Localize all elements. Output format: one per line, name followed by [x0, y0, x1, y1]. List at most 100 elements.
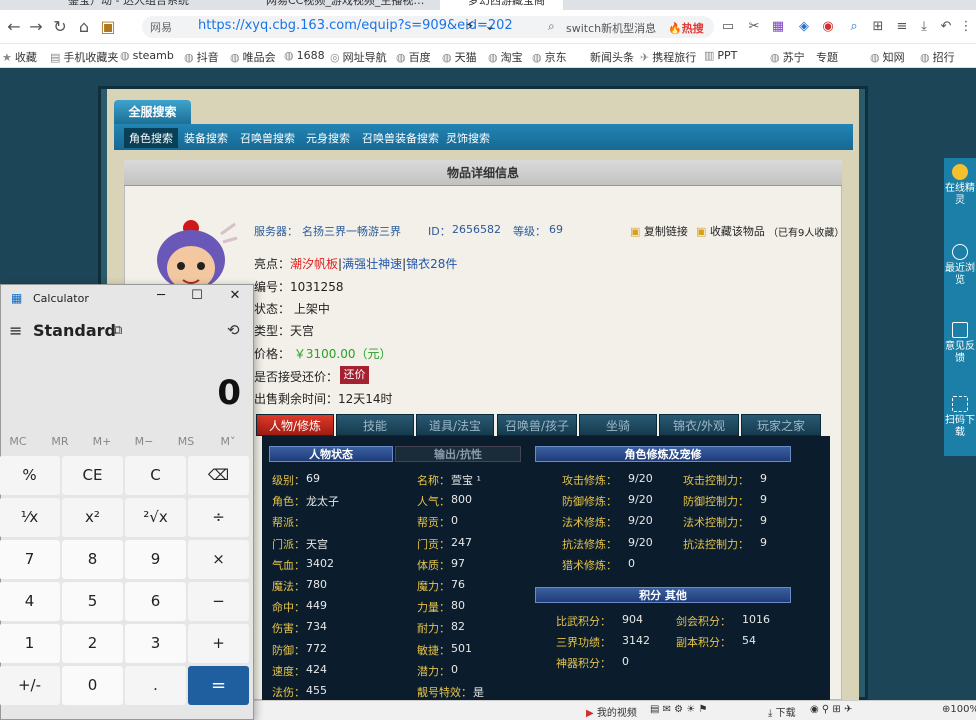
digit-4-button[interactable]: 4	[0, 582, 60, 621]
search-box[interactable]: ⌕ switch新机型消息 🔥热搜	[540, 16, 714, 38]
section-status[interactable]: 人物状态	[269, 446, 393, 462]
maximize-icon[interactable]: ☐	[187, 288, 207, 303]
keep-on-top-icon[interactable]: ⧉	[113, 323, 122, 338]
home-icon[interactable]: ⌂	[74, 17, 94, 37]
nav-pet-equipment-search[interactable]: 召唤兽装备搜索	[362, 130, 439, 146]
bookmark-item[interactable]: ◍ 唯品会	[230, 49, 276, 65]
sidebar-online-helper[interactable]: 在线精灵	[944, 164, 976, 207]
memory-mc-button[interactable]: MC	[0, 435, 39, 448]
digit-3-button[interactable]: 3	[125, 624, 186, 663]
browser-tab[interactable]: 鉴宝）动 - 达人组合系统	[40, 0, 207, 10]
tab-skills[interactable]: 技能	[336, 414, 414, 436]
tab-items[interactable]: 道具/法宝	[416, 414, 494, 436]
sidebar-download[interactable]: 扫码下载	[944, 396, 976, 439]
sidebar-recent[interactable]: 最近浏览	[944, 244, 976, 287]
zoom-level[interactable]: ⊕100%	[942, 704, 976, 715]
subtract-button[interactable]: −	[188, 582, 249, 621]
bookmark-item[interactable]: ◍ 天猫	[442, 49, 477, 65]
clear-entry-button[interactable]: CE	[62, 456, 123, 495]
hamburger-menu-icon[interactable]: ≡	[9, 321, 22, 340]
download-icon[interactable]: ⤓	[916, 19, 932, 35]
tab-pets[interactable]: 召唤兽/孩子	[497, 414, 577, 436]
digit-7-button[interactable]: 7	[0, 540, 60, 579]
hot-search-badge[interactable]: 🔥热搜	[668, 20, 704, 36]
divide-button[interactable]: ÷	[188, 498, 249, 537]
nav-role-search[interactable]: 角色搜索	[124, 128, 178, 148]
bookmark-item[interactable]: ▥ PPT	[704, 49, 737, 62]
magnifier-icon[interactable]: ⌕	[846, 19, 862, 35]
close-icon[interactable]: ✕	[225, 288, 245, 303]
digit-2-button[interactable]: 2	[62, 624, 123, 663]
clear-button[interactable]: C	[125, 456, 186, 495]
nav-accessory-search[interactable]: 灵饰搜索	[446, 130, 490, 146]
bookmark-item[interactable]: ◍ 苏宁	[770, 49, 805, 65]
undo-icon[interactable]: ↶	[938, 19, 954, 35]
decimal-button[interactable]: .	[125, 666, 186, 705]
bookmark-item[interactable]: ◍ 抖音	[184, 49, 219, 65]
tab-home[interactable]: 玩家之家	[741, 414, 821, 436]
bookmark-item[interactable]: ◍ 招行	[920, 49, 955, 65]
tab-outfits[interactable]: 锦衣/外观	[659, 414, 739, 436]
reload-icon[interactable]: ↻	[50, 17, 70, 37]
digit-1-button[interactable]: 1	[0, 624, 60, 663]
digit-5-button[interactable]: 5	[62, 582, 123, 621]
square-button[interactable]: x²	[62, 498, 123, 537]
bookmark-item[interactable]: ▤ 手机收藏夹	[50, 49, 118, 65]
shield-icon[interactable]: ◈	[796, 19, 812, 35]
bookmark-item[interactable]: ★ 收藏	[2, 49, 37, 65]
nav-pet-search[interactable]: 召唤兽搜索	[240, 130, 295, 146]
memory-mx-button[interactable]: M˅	[207, 435, 249, 448]
browser-tab[interactable]: 网易CC视频_游戏视频_主播视…	[238, 0, 443, 10]
bookmark-item[interactable]: ◍ 百度	[396, 49, 431, 65]
tab-character[interactable]: 人物/修炼	[256, 414, 334, 436]
download-link[interactable]: ⤓ 下载	[768, 704, 796, 719]
extension-icon[interactable]: ▦	[770, 19, 786, 35]
bookmark-item[interactable]: ◍ 京东	[532, 49, 567, 65]
square-root-button[interactable]: ²√x	[125, 498, 186, 537]
wallet-icon[interactable]: ▣	[98, 17, 118, 37]
memory-mr-button[interactable]: MR	[39, 435, 81, 448]
bookmark-item[interactable]: 专题	[816, 49, 838, 65]
backspace-button[interactable]: ⌫	[188, 456, 249, 495]
favorite-link[interactable]: ▣ 收藏该物品	[696, 223, 765, 239]
browser-tab-active[interactable]: 梦幻西游藏宝阁	[440, 0, 563, 10]
bookmark-item[interactable]: ◍ 淘宝	[488, 49, 523, 65]
search-input[interactable]: switch新机型消息	[566, 20, 656, 36]
minimize-icon[interactable]: ─	[151, 288, 171, 303]
scissors-icon[interactable]: ✂	[746, 19, 762, 35]
bookmark-item[interactable]: ✈ 携程旅行	[640, 49, 696, 65]
chevron-down-icon[interactable]: ⌄	[482, 19, 498, 35]
grid-icon[interactable]: ⊞	[870, 19, 886, 35]
memory-m+-button[interactable]: M+	[81, 435, 123, 448]
history-icon[interactable]: ⟲	[227, 321, 240, 339]
offer-button[interactable]: 还价	[340, 366, 369, 384]
nav-equipment-search[interactable]: 装备搜索	[184, 130, 228, 146]
section-output[interactable]: 输出/抗性	[395, 446, 521, 462]
sidebar-feedback[interactable]: 意见反馈	[944, 322, 976, 365]
equals-button[interactable]: =	[188, 666, 249, 705]
bookmark-item[interactable]: ◍ 1688	[284, 49, 325, 62]
status-icons[interactable]: ▤ ✉ ⚙ ☀ ⚑	[650, 704, 707, 715]
reciprocal-button[interactable]: ¹⁄x	[0, 498, 60, 537]
tab-mounts[interactable]: 坐骑	[579, 414, 657, 436]
multiply-button[interactable]: ×	[188, 540, 249, 579]
percent-button[interactable]: %	[0, 456, 60, 495]
my-video-link[interactable]: ▶ 我的视频	[586, 704, 637, 719]
digit-0-button[interactable]: 0	[62, 666, 123, 705]
tray-icons[interactable]: ◉ ⚲ ⊞ ✈	[810, 704, 852, 715]
digit-6-button[interactable]: 6	[125, 582, 186, 621]
memory-mx-button[interactable]: M−	[123, 435, 165, 448]
menu-icon[interactable]: ≡	[894, 19, 910, 35]
back-icon[interactable]: ←	[4, 17, 24, 37]
game-icon[interactable]: ◉	[820, 19, 836, 35]
negate-button[interactable]: +/-	[0, 666, 60, 705]
add-button[interactable]: +	[188, 624, 249, 663]
digit-8-button[interactable]: 8	[62, 540, 123, 579]
digit-9-button[interactable]: 9	[125, 540, 186, 579]
screen-icon[interactable]: ▭	[720, 19, 736, 35]
bookmark-item[interactable]: 新闻头条	[590, 49, 634, 65]
bookmark-item[interactable]: ◍ 知网	[870, 49, 905, 65]
memory-ms-button[interactable]: MS	[165, 435, 207, 448]
global-search-tab[interactable]: 全服搜索	[114, 100, 191, 124]
lightning-icon[interactable]: ⚡	[462, 19, 478, 35]
